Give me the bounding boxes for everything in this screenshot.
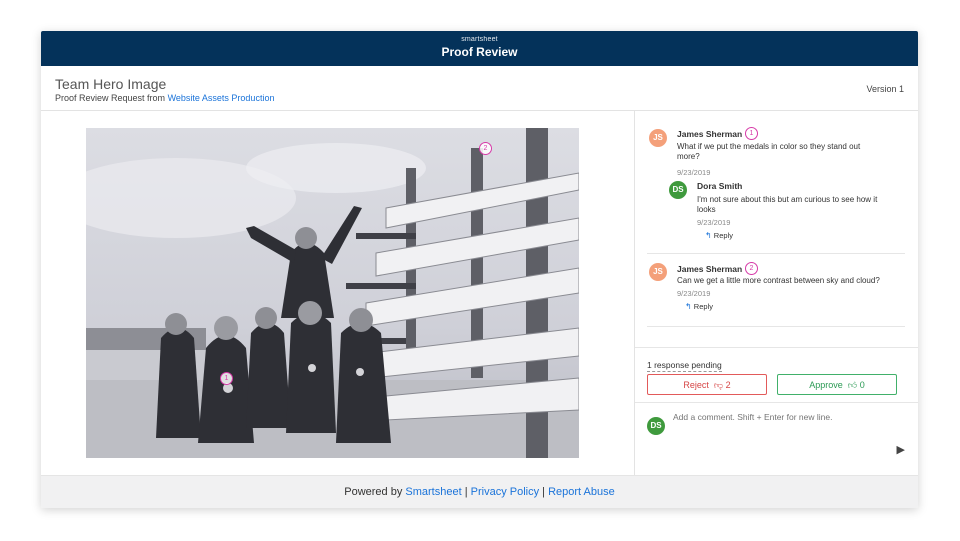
comment-pin-badge-2[interactable]: 2: [745, 262, 758, 275]
privacy-policy-link[interactable]: Privacy Policy: [471, 486, 539, 498]
proof-review-card: smartsheet Proof Review Team Hero Image …: [41, 31, 918, 508]
comment-composer: DS ▶: [635, 402, 918, 476]
comment-pin-badge-1[interactable]: 1: [745, 127, 758, 140]
divider: [647, 326, 905, 327]
reply-button[interactable]: ↰ Reply: [685, 302, 713, 311]
divider: [635, 347, 918, 348]
proof-image[interactable]: 2 1: [86, 128, 579, 458]
comment-thread-1: JS James Sherman 1 What if we put the me…: [635, 111, 918, 251]
divider: [647, 253, 905, 254]
footer-separator: |: [542, 486, 546, 498]
comment-date: 9/23/2019: [677, 289, 711, 298]
approve-button[interactable]: Approve 👍︎ 0: [777, 374, 897, 395]
approve-label: Approve: [809, 380, 843, 390]
reply-author: Dora Smith: [697, 181, 743, 191]
reject-count: 2: [725, 380, 731, 390]
reply-arrow-icon: ↰: [705, 231, 712, 240]
comment-author: James Sherman: [677, 264, 743, 274]
thumbs-up-icon: 👍︎: [845, 380, 858, 390]
send-icon[interactable]: ▶: [897, 443, 905, 456]
version-label: Version 1: [866, 84, 904, 94]
avatar: JS: [649, 263, 667, 281]
avatar: DS: [647, 417, 665, 435]
reply-button[interactable]: ↰ Reply: [705, 231, 733, 240]
comment-author: James Sherman: [677, 129, 743, 139]
reply-label: Reply: [713, 231, 733, 240]
annotation-pin-1[interactable]: 1: [220, 372, 233, 385]
smartsheet-link[interactable]: Smartsheet: [405, 486, 461, 498]
document-header: Team Hero Image Proof Review Request fro…: [41, 66, 918, 111]
request-source-link[interactable]: Website Assets Production: [168, 93, 275, 103]
avatar: DS: [669, 181, 687, 199]
proof-viewer: 2 1: [41, 111, 634, 475]
reject-label: Reject: [683, 380, 709, 390]
brand-logo: smartsheet: [461, 36, 498, 43]
comment-date: 9/23/2019: [677, 168, 711, 177]
request-prefix: Proof Review Request from: [55, 93, 166, 103]
comments-panel: JS James Sherman 1 What if we put the me…: [634, 111, 918, 475]
main-content: 2 1 JS James Sherman 1 What if we put th…: [41, 111, 918, 475]
comment-thread-2: JS James Sherman 2 Can we get a little m…: [635, 257, 918, 327]
page-title: Proof Review: [441, 45, 518, 59]
approve-count: 0: [859, 380, 865, 390]
pending-responses: 1 response pending: [647, 360, 722, 372]
request-info: Proof Review Request from Website Assets…: [55, 93, 274, 103]
reply-label: Reply: [693, 302, 713, 311]
reject-button[interactable]: Reject 👎︎ 2: [647, 374, 767, 395]
footer: Powered by Smartsheet | Privacy Policy |…: [41, 475, 918, 508]
comment-text: Can we get a little more contrast betwee…: [677, 276, 880, 285]
thumbs-down-icon: 👎︎: [711, 380, 724, 390]
comment-input[interactable]: [671, 411, 905, 423]
avatar: JS: [649, 129, 667, 147]
team-photo-illustration: [86, 128, 579, 458]
reply-arrow-icon: ↰: [685, 302, 692, 311]
footer-separator: |: [464, 486, 468, 498]
reply-text: I'm not sure about this but am curious t…: [697, 195, 878, 214]
powered-by-label: Powered by: [344, 486, 403, 498]
comment-text: What if we put the medals in color so th…: [677, 142, 861, 161]
document-title: Team Hero Image: [55, 76, 167, 92]
reply-date: 9/23/2019: [697, 218, 731, 227]
top-bar: smartsheet Proof Review: [41, 31, 918, 66]
report-abuse-link[interactable]: Report Abuse: [548, 486, 615, 498]
annotation-pin-2[interactable]: 2: [479, 142, 492, 155]
